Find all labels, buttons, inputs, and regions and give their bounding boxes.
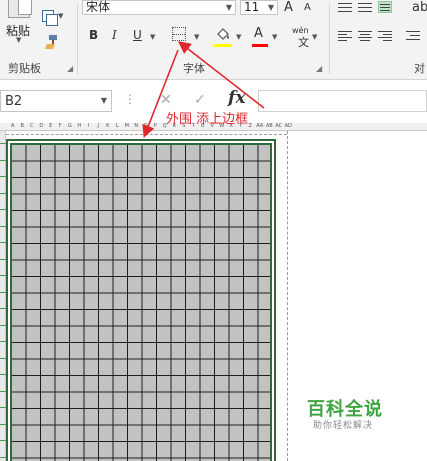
formula-bar-grip-icon[interactable]: ⋮ bbox=[124, 92, 136, 106]
page-break-line bbox=[287, 131, 288, 461]
column-header[interactable]: D bbox=[37, 123, 47, 129]
column-header[interactable]: P bbox=[151, 123, 161, 129]
column-header[interactable]: AB bbox=[265, 123, 275, 129]
font-group-label: 字体 bbox=[183, 62, 205, 75]
chevron-down-icon[interactable]: ▼ bbox=[272, 33, 277, 41]
enter-icon[interactable]: ✓ bbox=[194, 92, 206, 108]
fill-color-icon[interactable] bbox=[214, 26, 232, 44]
name-box[interactable]: B2 ▼ bbox=[0, 90, 112, 112]
font-name-value: 宋体 bbox=[86, 0, 111, 14]
column-header[interactable]: F bbox=[56, 123, 66, 129]
column-header[interactable]: G bbox=[65, 123, 75, 129]
insert-function-icon[interactable]: fx bbox=[228, 88, 245, 108]
column-header[interactable]: AA bbox=[255, 123, 265, 129]
chevron-down-icon[interactable]: ▼ bbox=[236, 33, 241, 41]
font-color-button[interactable]: A bbox=[254, 26, 263, 41]
column-header[interactable]: N bbox=[132, 123, 142, 129]
chevron-down-icon[interactable]: ▼ bbox=[226, 2, 232, 14]
paste-icon bbox=[8, 0, 32, 18]
font-name-select[interactable]: 宋体 ▼ bbox=[82, 0, 236, 15]
column-header[interactable]: A bbox=[8, 123, 18, 129]
fill-color-swatch bbox=[214, 44, 232, 47]
column-header[interactable]: J bbox=[94, 123, 104, 129]
copy-icon[interactable] bbox=[42, 10, 58, 26]
decrease-indent-icon[interactable] bbox=[406, 30, 420, 42]
chevron-down-icon[interactable]: ▼ bbox=[312, 33, 317, 41]
column-header[interactable]: C bbox=[27, 123, 37, 129]
group-divider bbox=[329, 4, 330, 74]
italic-button[interactable]: I bbox=[112, 28, 117, 42]
align-top-icon[interactable] bbox=[338, 2, 352, 14]
formula-input[interactable] bbox=[258, 90, 427, 112]
borders-button[interactable] bbox=[172, 27, 186, 41]
chevron-down-icon[interactable]: ▼ bbox=[58, 12, 63, 20]
watermark-subtitle: 助你轻松解决 bbox=[313, 421, 374, 431]
column-header[interactable]: I bbox=[84, 123, 94, 129]
chevron-down-icon[interactable]: ▼ bbox=[16, 36, 21, 44]
orientation-button[interactable]: ab bbox=[412, 0, 427, 15]
annotation-label: 外围 添上边框 bbox=[166, 112, 249, 127]
ribbon: 粘贴 ▼ ▼ 剪贴板 ◢ 宋体 ▼ 11 ▼ A A B I U ▼ ▼ ▼ A… bbox=[0, 0, 427, 80]
font-color-swatch bbox=[252, 44, 268, 47]
shrink-font-button[interactable]: A bbox=[304, 2, 311, 13]
group-divider bbox=[77, 4, 78, 74]
font-size-select[interactable]: 11 ▼ bbox=[240, 0, 278, 15]
column-header[interactable]: K bbox=[103, 123, 113, 129]
cell-grid[interactable] bbox=[10, 143, 272, 461]
column-header[interactable]: M bbox=[122, 123, 132, 129]
font-launcher-icon[interactable]: ◢ bbox=[316, 64, 322, 73]
column-header[interactable]: AD bbox=[284, 123, 294, 129]
clipboard-launcher-icon[interactable]: ◢ bbox=[67, 64, 73, 73]
paste-button[interactable]: 粘贴 ▼ bbox=[2, 0, 36, 44]
alignment-group-label: 对 bbox=[414, 62, 425, 75]
column-header[interactable]: E bbox=[46, 123, 56, 129]
cancel-icon[interactable]: ✕ bbox=[160, 92, 172, 108]
chevron-down-icon[interactable]: ▼ bbox=[150, 33, 155, 41]
align-bottom-icon[interactable] bbox=[378, 1, 392, 13]
underline-button[interactable]: U bbox=[133, 28, 142, 42]
align-left-icon[interactable] bbox=[338, 30, 352, 42]
bold-button[interactable]: B bbox=[89, 28, 98, 42]
column-header[interactable]: B bbox=[18, 123, 28, 129]
chevron-down-icon[interactable]: ▼ bbox=[268, 2, 274, 14]
grow-font-button[interactable]: A bbox=[284, 0, 293, 15]
align-middle-icon[interactable] bbox=[358, 2, 372, 14]
align-center-icon[interactable] bbox=[358, 30, 372, 42]
clipboard-group-label: 剪贴板 bbox=[8, 62, 41, 75]
column-header[interactable]: L bbox=[113, 123, 123, 129]
phonetic-button[interactable]: 文 bbox=[298, 34, 309, 50]
column-header[interactable]: O bbox=[141, 123, 151, 129]
name-box-value: B2 bbox=[5, 94, 23, 109]
chevron-down-icon[interactable]: ▼ bbox=[194, 33, 199, 41]
font-size-value: 11 bbox=[244, 0, 260, 14]
column-header[interactable]: H bbox=[75, 123, 85, 129]
page-break-line bbox=[6, 134, 287, 135]
column-header[interactable]: AC bbox=[274, 123, 284, 129]
chevron-down-icon[interactable]: ▼ bbox=[101, 96, 107, 105]
align-right-icon[interactable] bbox=[378, 30, 392, 42]
format-painter-icon[interactable] bbox=[44, 35, 58, 49]
